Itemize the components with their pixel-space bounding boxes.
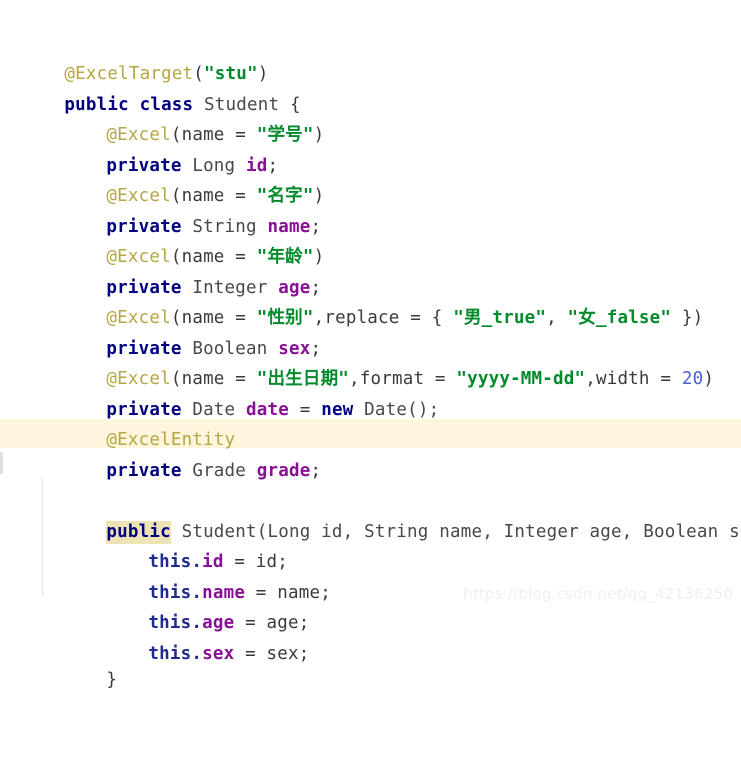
assignment-expression: = sex; <box>234 643 310 664</box>
code-line[interactable]: @Excel(name = "学号") <box>0 59 741 145</box>
this-reference-token: this. <box>148 643 203 664</box>
code-line[interactable]: @Excel(name = "出生日期",format = "yyyy-MM-d… <box>0 303 741 389</box>
code-line[interactable]: private Boolean sex; <box>0 273 741 359</box>
code-line[interactable]: private Integer age; <box>0 212 741 298</box>
code-line[interactable]: private Long id; <box>0 90 741 176</box>
code-line[interactable]: this.age = age; <box>0 547 741 633</box>
code-line[interactable]: @ExcelEntity <box>0 364 741 450</box>
code-line[interactable]: public Student(Long id, String name, Int… <box>0 456 741 544</box>
punctuation-token: } <box>106 670 118 690</box>
code-line[interactable]: private String name; <box>0 151 741 237</box>
code-line-blank[interactable] <box>0 425 741 456</box>
code-line[interactable]: } <box>0 604 741 690</box>
code-line[interactable]: public class Student { <box>0 29 741 115</box>
watermark-text: https://blog.csdn.net/qq_42136250 <box>463 585 733 603</box>
code-line[interactable]: @ExcelTarget("stu") <box>0 0 741 84</box>
code-editor-viewport[interactable]: @ExcelTarget("stu") public class Student… <box>0 0 741 690</box>
code-line[interactable]: private Grade grade; <box>0 395 741 481</box>
code-line[interactable]: private Date date = new Date(); <box>0 334 741 420</box>
code-line[interactable]: this.name = name; <box>0 517 741 603</box>
code-line[interactable]: @Excel(name = "名字") <box>0 120 741 206</box>
code-line[interactable]: @Excel(name = "性别",replace = { "男_true",… <box>0 242 741 328</box>
code-line[interactable]: @Excel(name = "年龄") <box>0 181 741 267</box>
field-name-token: sex <box>202 643 235 664</box>
code-line[interactable]: this.id = id; <box>0 486 741 572</box>
